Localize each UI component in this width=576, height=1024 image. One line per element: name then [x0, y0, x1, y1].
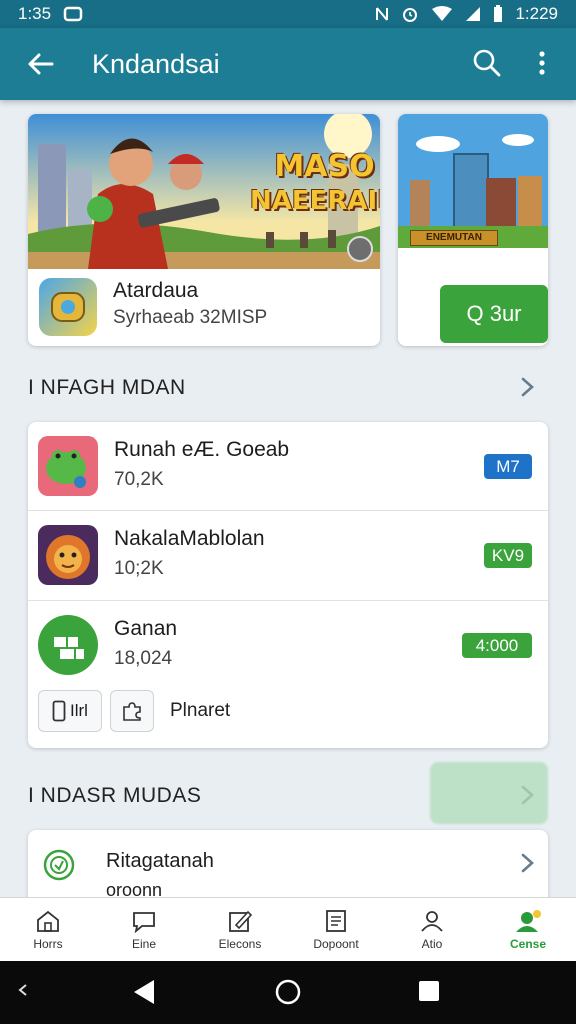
edit-icon [229, 910, 253, 932]
home-circle-icon[interactable] [274, 978, 302, 1006]
game-icon-lion [38, 525, 98, 585]
phone-icon [52, 700, 66, 722]
list-item-badge[interactable]: KV9 [484, 543, 532, 568]
banner-title: MASO NAEERAIN [250, 150, 380, 218]
status-time-right: 1:229 [515, 4, 558, 23]
open-button[interactable]: Q 3ur [440, 285, 548, 343]
chevron-right-icon[interactable] [516, 376, 538, 398]
chip-text: Plnaret [170, 700, 231, 721]
featured-app-icon [39, 278, 97, 336]
list-item-badge[interactable]: 4:000 [462, 633, 532, 658]
refresh-circle-icon [43, 849, 75, 881]
notification-icon [63, 6, 83, 22]
list-item-name: NakalaMablolan [114, 527, 265, 550]
app-list-card: Runah eÆ. Goeab 70,2K M7 NakalaMablolan … [28, 422, 548, 748]
app-bar-title: Kndandsai [92, 49, 220, 79]
status-time-left: 1:35 [18, 4, 52, 23]
nav-label: Cense [509, 936, 547, 951]
nav-item-edit[interactable]: Elecons [192, 898, 288, 961]
banner-title-line1: MASO [274, 149, 375, 184]
nav-item-chat[interactable]: Eine [96, 898, 192, 961]
system-navigation-bar [0, 961, 576, 1024]
list-item[interactable]: Runah eÆ. Goeab 70,2K M7 [28, 422, 548, 510]
featured-app-name: Atardaua [113, 279, 199, 302]
nav-label: Dopoont [313, 936, 359, 951]
search-icon[interactable] [470, 46, 504, 80]
chip-label: Ilrl [70, 701, 88, 720]
back-arrow-icon[interactable] [24, 47, 58, 81]
status-bar: 1:35 1:229 [0, 0, 576, 28]
featured-banner-image: MASO NAEERAIN [28, 114, 380, 269]
nfc-icon [376, 7, 389, 21]
list-item-meta: 10;2K [114, 558, 164, 579]
featured-app-subtitle: Syrhaeab 32MISP [113, 307, 268, 328]
small-back-icon[interactable] [16, 983, 30, 997]
nav-item-profile[interactable]: Cense [480, 898, 576, 961]
chevron-right-icon[interactable] [516, 784, 538, 806]
nav-item-document[interactable]: Dopoont [288, 898, 384, 961]
list-item[interactable]: Ganan 18,024 4:000 [28, 600, 548, 688]
nav-label: Eine [131, 936, 157, 951]
chat-icon [133, 911, 155, 933]
list-item-meta: 18,024 [114, 648, 173, 669]
alarm-icon [403, 8, 418, 22]
list-item-name: Runah eÆ. Goeab [114, 438, 290, 461]
nav-label: Horrs [33, 936, 63, 951]
more-options-icon[interactable] [528, 46, 556, 80]
banner-title-line2: NAEERAIN [250, 186, 380, 216]
home-icon [37, 910, 59, 932]
nav-label: Elecons [218, 936, 262, 951]
puzzle-chip-button[interactable] [110, 690, 154, 732]
bottom-navigation: Horrs Eine Elecons Dopoont Atio Cense [0, 897, 576, 961]
profile-badge-icon [516, 909, 541, 932]
recents-square-icon[interactable] [418, 980, 440, 1002]
nav-item-person[interactable]: Atio [384, 898, 480, 961]
signal-icon [466, 7, 481, 21]
section-title-1: I NFAGH MDAN [28, 376, 186, 399]
document-icon [326, 909, 346, 932]
list-item-badge[interactable]: M7 [484, 454, 532, 479]
nav-label: Atio [421, 936, 443, 951]
chevron-right-icon[interactable] [516, 852, 538, 874]
list-item[interactable]: NakalaMablolan 10;2K KV9 [28, 510, 548, 598]
list-item-meta: 70,2K [114, 469, 164, 490]
chip-button[interactable]: Ilrl [38, 690, 102, 732]
puzzle-icon [123, 702, 141, 721]
back-triangle-icon[interactable] [132, 978, 156, 1006]
bottom-item-name: Ritagatanah [106, 850, 214, 872]
wifi-icon [432, 6, 453, 21]
app-bar: Kndandsai [0, 28, 576, 100]
game-icon-blocks [38, 615, 98, 675]
chip-row: Ilrl Plnaret [38, 690, 230, 732]
featured-card-1[interactable]: MASO NAEERAIN Atardaua Syrhaeab 32MISP [28, 114, 380, 346]
featured-banner-image-2: ENEMUTAN [398, 114, 548, 248]
nav-item-home[interactable]: Horrs [0, 898, 96, 961]
section-title-2: I NDASR MUDAS [28, 784, 202, 807]
featured-card-2[interactable]: ENEMUTAN Q 3ur [398, 114, 548, 346]
battery-icon [494, 5, 503, 22]
person-icon [421, 910, 443, 932]
game-icon-frog [38, 436, 98, 496]
banner-sign: ENEMUTAN [410, 230, 498, 246]
list-item-name: Ganan [114, 617, 178, 640]
